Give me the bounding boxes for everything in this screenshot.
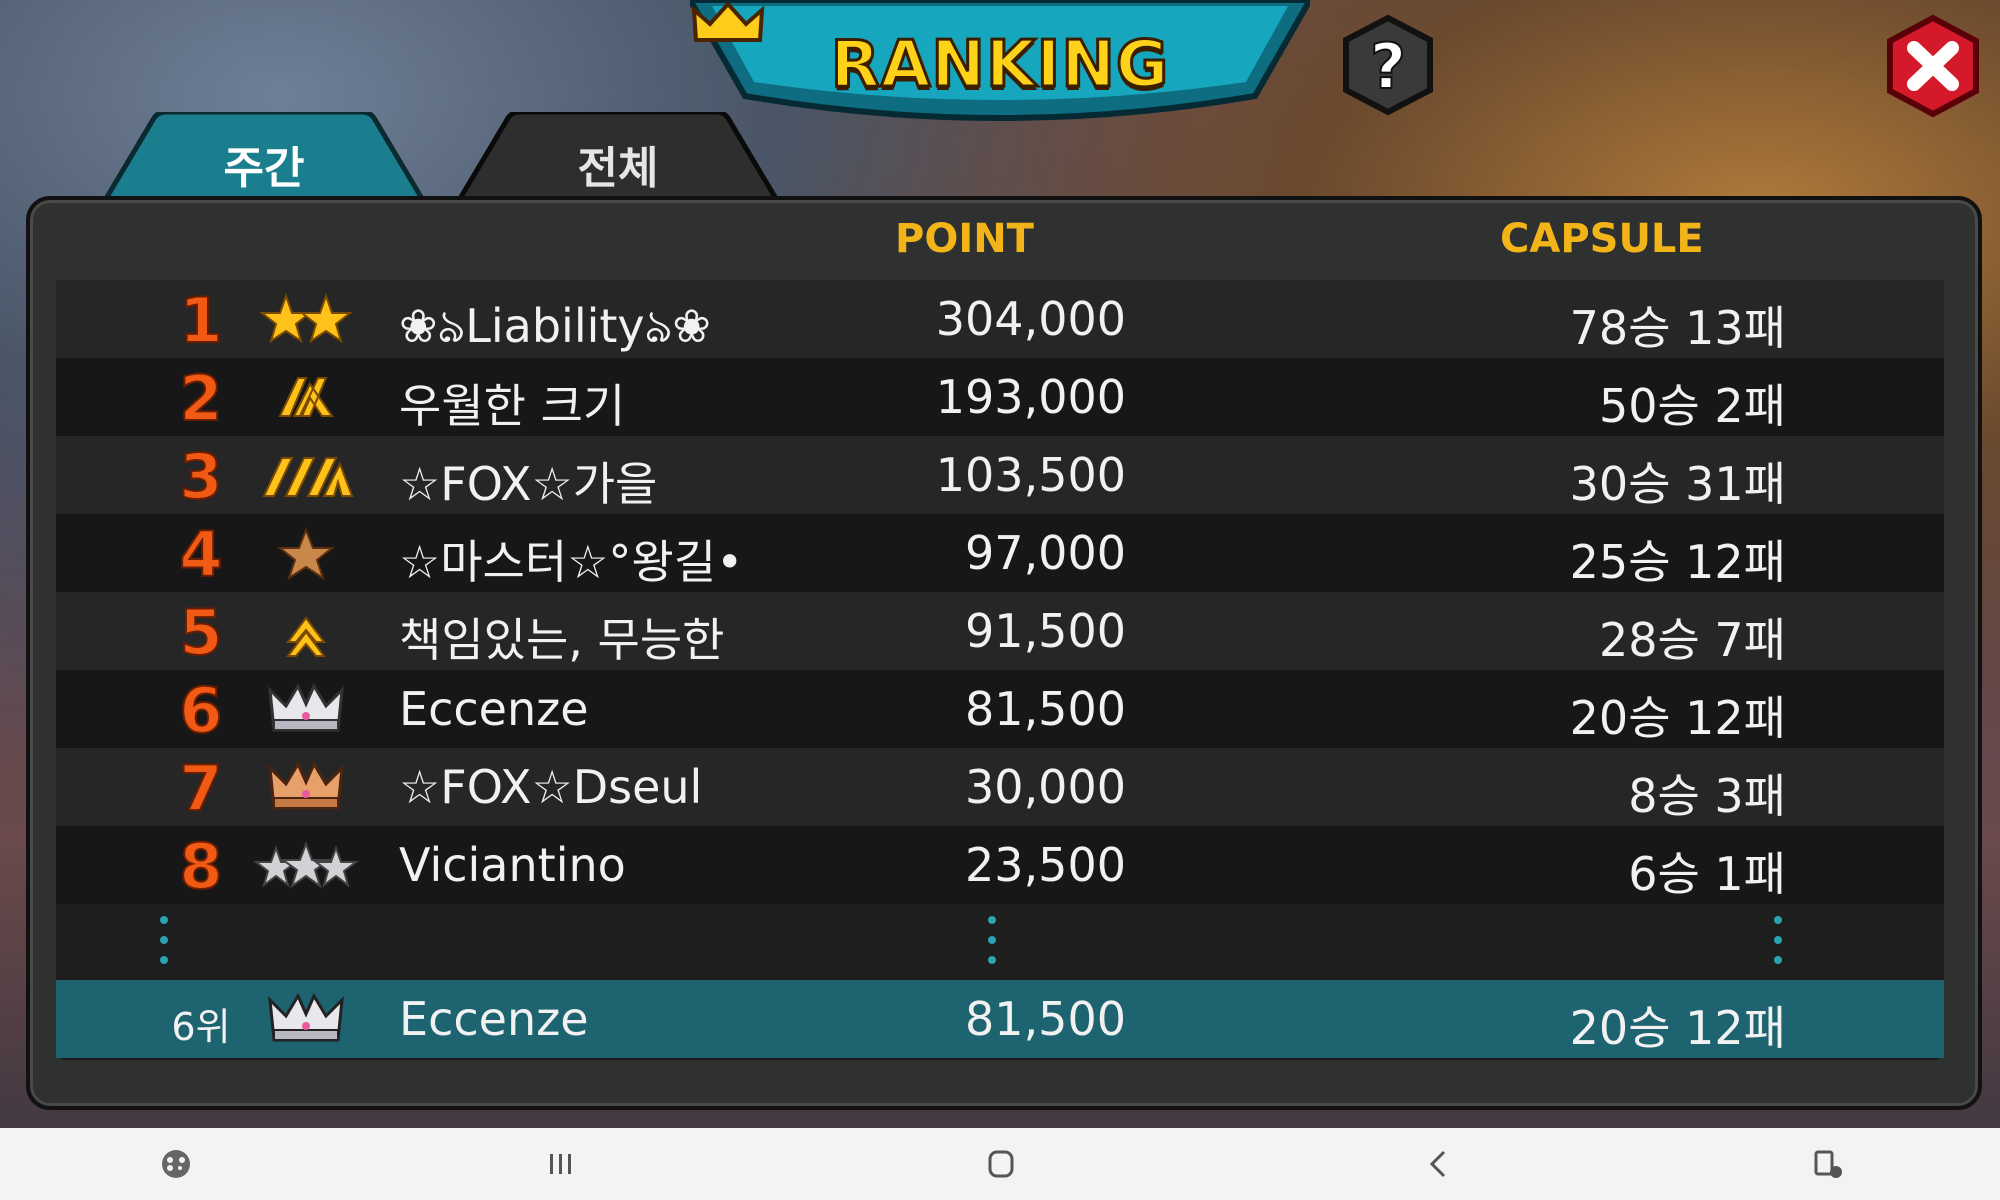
help-button[interactable]: ? <box>1340 14 1436 116</box>
column-header-point: POINT <box>895 216 1034 262</box>
player-capsule: 30승 31패 <box>1569 457 1786 511</box>
player-point: 193,000 <box>935 370 1126 424</box>
title-banner: RANKING <box>690 0 1310 130</box>
home-icon[interactable] <box>980 1146 1020 1182</box>
my-point: 81,500 <box>965 992 1126 1046</box>
player-name: ☆FOX☆가을 <box>399 457 658 511</box>
player-point: 30,000 <box>965 760 1126 814</box>
double-gold-chevron-icon <box>278 377 334 417</box>
tab-all[interactable]: 전체 <box>458 112 778 202</box>
ranking-row[interactable]: 8 Viciantino 23,500 6승 1패 <box>56 826 1944 904</box>
triple-gold-chevron-icon <box>262 457 354 497</box>
ellipsis-dots-icon <box>1774 916 1782 976</box>
back-icon[interactable] <box>1420 1146 1460 1182</box>
ranking-row[interactable]: 2 우월한 크기 193,000 50승 2패 <box>56 358 1944 436</box>
my-name: Eccenze <box>399 992 589 1046</box>
single-gold-chevron-icon <box>286 616 326 657</box>
player-name: 책임있는, 무능한 <box>399 613 725 667</box>
ranking-row[interactable]: 3 ☆FOX☆가을 103,500 30승 31패 <box>56 436 1944 514</box>
screen-rotate-icon[interactable] <box>1808 1146 1848 1182</box>
page-title: RANKING <box>829 27 1170 104</box>
my-rank-row[interactable]: 6위 Eccenze 81,500 20승 12패 <box>56 980 1944 1058</box>
tab-all-label: 전체 <box>577 143 659 194</box>
tab-weekly-label: 주간 <box>223 143 305 194</box>
bronze-star-icon <box>277 527 335 581</box>
ranking-row[interactable]: 7 ☆FOX☆Dseul 30,000 8승 3패 <box>56 748 1944 826</box>
player-point: 97,000 <box>965 526 1126 580</box>
player-point: 304,000 <box>935 292 1126 346</box>
question-icon: ? <box>1343 14 1433 116</box>
ellipsis-dots-icon <box>160 916 168 976</box>
silver-crown-icon <box>268 682 344 732</box>
player-capsule: 8승 3패 <box>1628 769 1786 823</box>
ranking-row[interactable]: 6 Eccenze 81,500 20승 12패 <box>56 670 1944 748</box>
player-name: Eccenze <box>399 682 589 736</box>
ranking-row[interactable]: 1 ❀ঌLiabilityঌ❀ 304,000 78승 13패 <box>56 280 1944 358</box>
close-button[interactable] <box>1884 14 1982 118</box>
three-silver-stars-icon <box>253 841 359 889</box>
ellipsis-dots-icon <box>988 916 996 976</box>
player-point: 23,500 <box>965 838 1126 892</box>
player-name: ☆FOX☆Dseul <box>399 760 703 814</box>
ellipsis-row <box>56 904 1944 980</box>
player-point: 103,500 <box>935 448 1126 502</box>
player-point: 81,500 <box>965 682 1126 736</box>
system-nav-bar <box>0 1128 2000 1200</box>
column-header-capsule: CAPSULE <box>1500 216 1704 262</box>
player-capsule: 28승 7패 <box>1598 613 1786 667</box>
player-name: ☆마스터☆°왕길• <box>399 535 744 589</box>
two-gold-stars-icon <box>259 292 353 344</box>
player-capsule: 78승 13패 <box>1569 301 1786 355</box>
recent-apps-icon[interactable] <box>540 1146 580 1182</box>
ranking-row[interactable]: 5 책임있는, 무능한 91,500 28승 7패 <box>56 592 1944 670</box>
ranking-row[interactable]: 4 ☆마스터☆°왕길• 97,000 25승 12패 <box>56 514 1944 592</box>
player-capsule: 25승 12패 <box>1569 535 1786 589</box>
game-launcher-icon[interactable] <box>156 1146 196 1182</box>
player-name: 우월한 크기 <box>399 379 626 433</box>
player-capsule: 50승 2패 <box>1598 379 1786 433</box>
player-capsule: 20승 12패 <box>1569 691 1786 745</box>
bronze-crown-icon <box>268 760 344 810</box>
player-name: Viciantino <box>399 838 626 892</box>
close-icon <box>1887 14 1979 118</box>
tab-weekly[interactable]: 주간 <box>104 112 424 202</box>
player-point: 91,500 <box>965 604 1126 658</box>
player-name: ❀ঌLiabilityঌ❀ <box>399 299 711 353</box>
player-capsule: 6승 1패 <box>1628 847 1786 901</box>
silver-crown-icon <box>268 992 344 1042</box>
my-capsule: 20승 12패 <box>1569 1001 1786 1055</box>
svg-text:?: ? <box>1370 30 1406 103</box>
